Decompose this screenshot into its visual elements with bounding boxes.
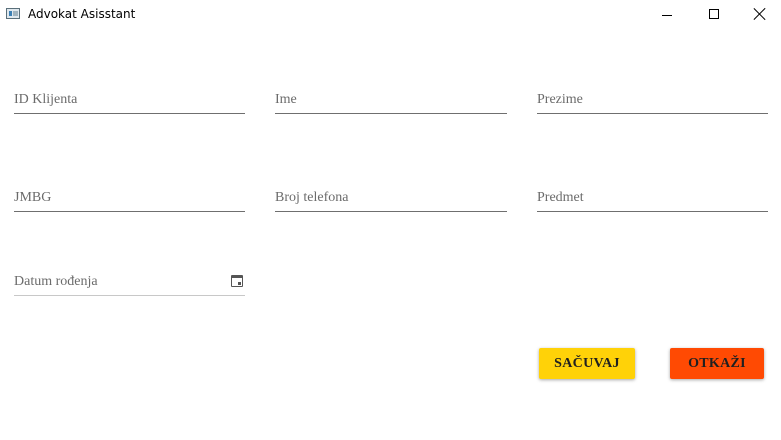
minimize-button[interactable] xyxy=(645,0,691,30)
case-field xyxy=(537,185,768,212)
last-name-input[interactable] xyxy=(537,87,768,113)
phone-input[interactable] xyxy=(275,185,507,211)
app-icon xyxy=(6,8,20,19)
case-input[interactable] xyxy=(537,185,768,211)
close-icon xyxy=(753,7,767,21)
client-id-field xyxy=(14,87,245,114)
birth-date-input[interactable] xyxy=(14,269,245,295)
title-bar: Advokat Asisstant xyxy=(0,0,781,30)
jmbg-field xyxy=(14,185,245,212)
calendar-icon[interactable] xyxy=(231,275,243,287)
last-name-field xyxy=(537,87,768,114)
save-button[interactable]: SAČUVAJ xyxy=(539,348,635,379)
maximize-button[interactable] xyxy=(691,0,737,30)
phone-field xyxy=(275,185,507,212)
maximize-icon xyxy=(709,9,719,19)
close-button[interactable] xyxy=(737,0,781,30)
client-id-input[interactable] xyxy=(14,87,245,113)
jmbg-input[interactable] xyxy=(14,185,245,211)
first-name-field xyxy=(275,87,507,114)
first-name-input[interactable] xyxy=(275,87,507,113)
cancel-button[interactable]: OTKAŽI xyxy=(670,348,764,379)
window-title: Advokat Asisstant xyxy=(28,7,136,21)
birth-date-field xyxy=(14,269,245,296)
minimize-icon xyxy=(662,15,672,16)
